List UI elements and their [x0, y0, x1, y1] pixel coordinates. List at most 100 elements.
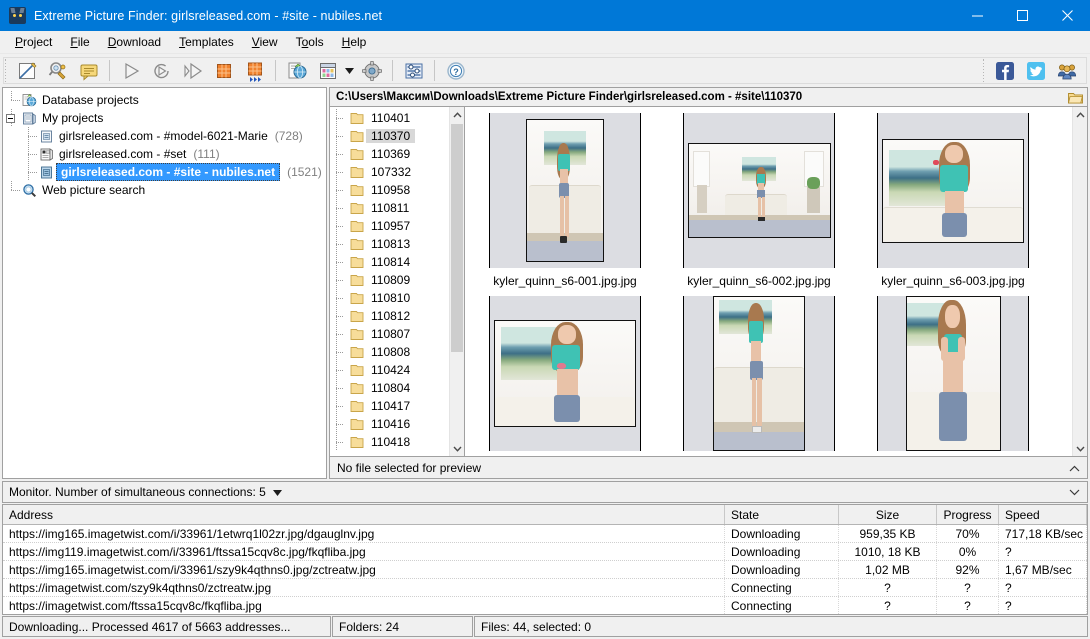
folder-item[interactable]: 110417 [330, 397, 449, 415]
thumbnail-frame[interactable] [683, 113, 835, 268]
folder-item[interactable]: 110808 [330, 343, 449, 361]
maximize-button[interactable] [1000, 0, 1045, 31]
step-download-icon[interactable] [177, 57, 208, 84]
facebook-icon[interactable] [989, 57, 1020, 84]
folder-item[interactable]: 110809 [330, 271, 449, 289]
tree-node-project-model[interactable]: girlsreleased.com - #model-6021-Marie (7… [3, 127, 326, 145]
open-folder-icon[interactable] [1067, 90, 1083, 104]
column-header-size[interactable]: Size [839, 505, 937, 524]
table-row[interactable]: https://img165.imagetwist.com/i/33961/sz… [3, 561, 1087, 579]
menu-templates[interactable]: Templates [170, 32, 243, 53]
downloads-table: Address State Size Progress Speed https:… [2, 504, 1088, 615]
folder-item[interactable]: 110418 [330, 433, 449, 451]
community-icon[interactable] [1051, 57, 1082, 84]
menu-file[interactable]: File [61, 32, 98, 53]
column-header-speed[interactable]: Speed [999, 505, 1087, 524]
preview-bar[interactable]: No file selected for preview [329, 457, 1088, 479]
monitor-bar[interactable]: Monitor. Number of simultaneous connecti… [2, 481, 1088, 503]
scroll-down-icon[interactable] [1073, 441, 1087, 456]
thumbnail-item[interactable] [665, 296, 853, 456]
thumbnail-item[interactable]: kyler_quinn_s6-002.jpg.jpg [665, 113, 853, 296]
scrollbar-thumb[interactable] [451, 124, 463, 352]
scrollbar-track[interactable] [1073, 122, 1087, 441]
folder-item[interactable]: 110401 [330, 109, 449, 127]
folder-item[interactable]: 110810 [330, 289, 449, 307]
scroll-up-icon[interactable] [1073, 107, 1087, 122]
address-bar[interactable]: C:\Users\Максим\Downloads\Extreme Pictur… [329, 87, 1088, 106]
folder-list-scrollbar[interactable] [449, 107, 464, 456]
folder-item[interactable]: 110807 [330, 325, 449, 343]
table-row[interactable]: https://imagetwist.com/szy9k4qthns0/zctr… [3, 579, 1087, 597]
folder-item[interactable]: 110957 [330, 217, 449, 235]
scrollbar-track[interactable] [450, 122, 464, 441]
folder-item[interactable]: 110416 [330, 415, 449, 433]
thumbnail-scrollbar[interactable] [1072, 107, 1087, 456]
thumbnail-frame[interactable] [877, 296, 1029, 451]
new-project-icon[interactable] [11, 57, 42, 84]
chevron-up-icon[interactable] [1069, 461, 1080, 475]
caret-down-icon[interactable] [272, 485, 282, 499]
folder-name: 110401 [371, 111, 411, 125]
schedule-icon[interactable] [312, 57, 343, 84]
social-toolbar-grip[interactable] [981, 58, 986, 83]
thumbnail-frame[interactable] [489, 296, 641, 451]
folder-icon [348, 112, 366, 125]
folder-icon [348, 418, 366, 431]
folder-item[interactable]: 110804 [330, 379, 449, 397]
filters-icon[interactable] [398, 57, 429, 84]
folder-item[interactable]: 110813 [330, 235, 449, 253]
options-gear-icon[interactable] [356, 57, 387, 84]
column-header-address[interactable]: Address [3, 505, 725, 524]
cat-head-icon [9, 7, 26, 24]
thumbnail-item[interactable]: kyler_quinn_s6-001.jpg.jpg [471, 113, 659, 296]
menu-view[interactable]: View [243, 32, 287, 53]
folder-item[interactable]: 110811 [330, 199, 449, 217]
start-download-icon[interactable] [115, 57, 146, 84]
tree-node-project-set[interactable]: girlsreleased.com - #set (111) [3, 145, 326, 163]
tree-expander-icon[interactable] [6, 114, 15, 123]
resume-download-icon[interactable] [146, 57, 177, 84]
tree-node-my-projects[interactable]: My projects [3, 109, 326, 127]
schedule-dropdown-arrow-icon[interactable] [343, 57, 356, 84]
chevron-down-icon[interactable] [1069, 485, 1080, 499]
table-row[interactable]: https://img165.imagetwist.com/i/33961/1e… [3, 525, 1087, 543]
folder-item-selected[interactable]: 110370 [330, 127, 449, 145]
stop-icon[interactable] [208, 57, 239, 84]
comment-icon[interactable] [73, 57, 104, 84]
folder-item[interactable]: 107332 [330, 163, 449, 181]
project-wizard-icon[interactable] [42, 57, 73, 84]
folder-item[interactable]: 110424 [330, 361, 449, 379]
column-header-state[interactable]: State [725, 505, 839, 524]
thumbnail-item[interactable]: kyler_quinn_s6-003.jpg.jpg [859, 113, 1047, 296]
table-row[interactable]: https://imagetwist.com/ftssa15cqv8c/fkqf… [3, 597, 1087, 614]
folder-item[interactable]: 110812 [330, 307, 449, 325]
folder-item[interactable]: 110958 [330, 181, 449, 199]
thumbnail-frame[interactable] [489, 113, 641, 268]
menu-help[interactable]: Help [333, 32, 376, 53]
menu-tools[interactable]: Tools [287, 32, 333, 53]
table-row[interactable]: https://img119.imagetwist.com/i/33961/ft… [3, 543, 1087, 561]
toolbar-grip[interactable] [3, 58, 8, 83]
close-button[interactable] [1045, 0, 1090, 31]
browse-web-icon[interactable] [281, 57, 312, 84]
scroll-up-icon[interactable] [450, 107, 464, 122]
folder-item[interactable]: 110814 [330, 253, 449, 271]
thumbnail-item[interactable] [471, 296, 659, 456]
menu-download[interactable]: Download [99, 32, 170, 53]
tree-node-web-picture-search[interactable]: Web picture search [3, 181, 326, 199]
minimize-button[interactable] [955, 0, 1000, 31]
column-header-progress[interactable]: Progress [937, 505, 999, 524]
tree-node-database-projects[interactable]: Database projects [3, 91, 326, 109]
window-controls [955, 0, 1090, 31]
folder-item[interactable]: 110369 [330, 145, 449, 163]
menu-project[interactable]: Project [6, 32, 61, 53]
tree-node-count: (728) [274, 129, 303, 143]
help-icon[interactable]: ? [440, 57, 471, 84]
scroll-down-icon[interactable] [450, 441, 464, 456]
tree-node-project-site-selected[interactable]: girlsreleased.com - #site - nubiles.net … [3, 163, 326, 181]
thumbnail-frame[interactable] [683, 296, 835, 451]
twitter-icon[interactable] [1020, 57, 1051, 84]
thumbnail-item[interactable] [859, 296, 1047, 456]
thumbnail-frame[interactable] [877, 113, 1029, 268]
stop-all-icon[interactable] [239, 57, 270, 84]
